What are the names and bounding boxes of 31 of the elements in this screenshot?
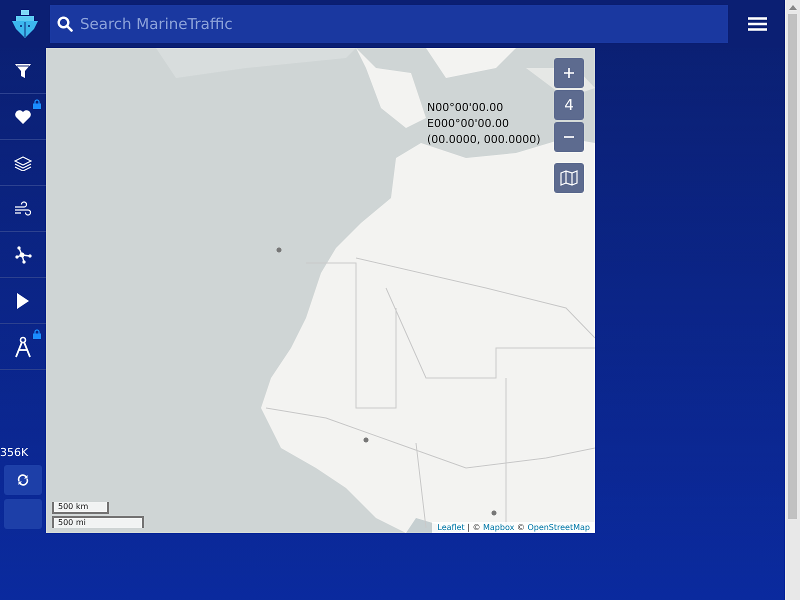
- attribution-link[interactable]: OpenStreetMap: [527, 523, 590, 532]
- minus-icon: [564, 136, 574, 138]
- search-field[interactable]: Search MarineTraffic: [50, 5, 728, 43]
- zoom-level: 4: [554, 90, 584, 120]
- refresh-icon: [17, 474, 29, 486]
- coordinate-text: N00°00'00.00: [427, 100, 504, 116]
- ship-logo-icon[interactable]: [9, 8, 41, 40]
- menu-icon: [748, 17, 766, 31]
- map-icon: [560, 170, 578, 186]
- plus-icon: [564, 68, 574, 78]
- scrollbar[interactable]: [785, 0, 800, 600]
- scale-bar: 500 km: [52, 502, 109, 514]
- zoom-in-button[interactable]: [554, 58, 584, 88]
- map-layers-button[interactable]: [554, 163, 584, 193]
- drawing-compass-icon: [14, 336, 32, 358]
- map-attribution: Leaflet | © Mapbox © OpenStreetMap: [432, 522, 595, 533]
- layers-icon: [14, 154, 32, 170]
- vessel-count: 356K: [0, 446, 28, 459]
- refresh-button[interactable]: [4, 465, 42, 495]
- zoom-out-button[interactable]: [554, 122, 584, 152]
- scrollbar-thumb[interactable]: [788, 14, 797, 519]
- coordinate-text: E000°00'00.00: [427, 116, 510, 132]
- scroll-up-icon: [788, 5, 796, 10]
- wind-icon: [14, 200, 32, 216]
- heart-icon: [14, 108, 32, 124]
- play-icon: [16, 292, 30, 308]
- filter-icon: [14, 62, 32, 78]
- network-icon: [14, 246, 32, 264]
- attribution-link[interactable]: Mapbox: [483, 523, 514, 532]
- coordinate-text: (00.0000, 000.0000): [427, 132, 541, 148]
- scale-bar: 500 mi: [52, 516, 144, 528]
